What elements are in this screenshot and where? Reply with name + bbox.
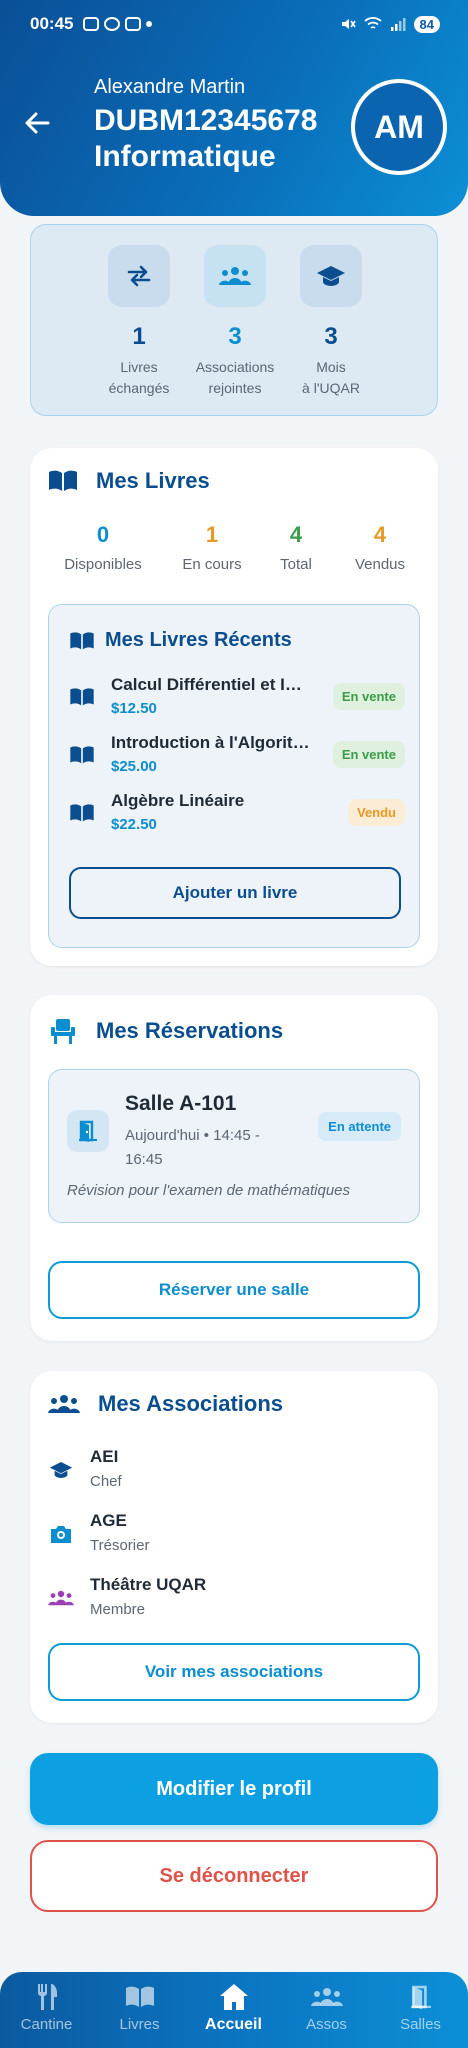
status-badge: En attente [318,1112,401,1141]
nav-item-livres[interactable]: Livres [93,1982,186,2033]
list-item[interactable]: AEI Chef [48,1447,408,1497]
reservation-room: Salle A-101 [125,1092,237,1115]
signal-icon [390,18,406,31]
user-name: Alexandre Martin [94,76,246,98]
open-book-icon [70,631,94,649]
nav-item-salles[interactable]: Salles [374,1982,467,2033]
people-icon [48,1585,74,1611]
whatsapp-icon [104,17,121,31]
book-title: Introduction à l'Algorithmique [111,733,311,752]
user-code: DUBM12345678 [94,104,318,137]
bottom-navigation: Cantine Livres Accueil Assos Salles [0,1972,468,2048]
profile-header: 00:45 84 Alexandre Martin DUBM12345678 I… [0,0,468,216]
reservation-time: Aujourd'hui • 14:45 - 16:45 [125,1127,260,1168]
edit-profile-button[interactable]: Modifier le profil [30,1753,438,1825]
book-title: Calcul Différentiel et Intégral [111,675,311,694]
book-stat-available: 0 Disponibles [64,522,142,573]
status-badge: En vente [332,741,405,768]
association-name: AGE [90,1511,127,1530]
book-price: $22.50 [111,816,157,833]
nav-label: Assos [306,2016,347,2033]
associations-title: Mes Associations [98,1391,284,1416]
book-title: Algèbre Linéaire [111,791,245,810]
people-icon [48,1395,80,1413]
nav-label: Salles [400,2016,441,2033]
people-icon [204,245,266,307]
reservation-note: Révision pour l'examen de mathématiques [67,1182,351,1199]
scan-icon [125,17,142,31]
my-books-title: Mes Livres [96,468,210,493]
association-role: Membre [90,1601,146,1618]
status-bar: 00:45 84 [30,12,440,36]
status-badge: Vendu [347,799,405,826]
book-stat-in-progress: 1 En cours [182,522,242,573]
list-item[interactable]: Algèbre Linéaire $22.50 Vendu [69,791,405,841]
list-item[interactable]: Calcul Différentiel et Intégral $12.50 E… [69,675,405,725]
add-book-button[interactable]: Ajouter un livre [69,867,401,919]
book-icon [70,746,94,764]
associations-header: Mes Associations [48,1391,283,1417]
association-name: Théâtre UQAR [90,1575,207,1594]
nav-item-cantine[interactable]: Cantine [0,1982,93,2033]
people-icon [280,1982,373,2012]
association-name: AEI [90,1447,119,1466]
reservation-item[interactable]: Salle A-101 Aujourd'hui • 14:45 - 16:45 … [48,1069,420,1223]
recent-books-header: Mes Livres Récents [69,629,292,652]
mute-icon [341,19,356,29]
logout-button[interactable]: Se déconnecter [30,1840,438,1912]
list-item[interactable]: Théâtre UQAR Membre [48,1575,408,1625]
utensils-icon [0,1982,93,2012]
association-role: Trésorier [90,1537,150,1554]
reservations-title: Mes Réservations [96,1018,284,1043]
chair-icon [51,1019,75,1044]
notification-icons [83,17,153,31]
avatar[interactable]: AM [351,79,447,175]
my-reservations-card: Mes Réservations Salle A-101 Aujourd'hui… [30,995,438,1341]
view-associations-button[interactable]: Voir mes associations [48,1643,420,1701]
my-books-card: Mes Livres 0 Disponibles 1 En cours 4 To… [30,448,438,966]
nav-label: Cantine [20,2016,73,2033]
battery-indicator: 84 [413,15,440,33]
door-icon [374,1982,467,2012]
stat-value: 3 [324,323,338,350]
recent-books-title: Mes Livres Récents [105,629,292,651]
book-icon [70,688,94,706]
book-icon [93,1982,186,2012]
my-associations-card: Mes Associations AEI Chef AGE Trésorier … [30,1371,438,1723]
graduation-cap-icon [48,1457,74,1483]
status-time: 00:45 [30,14,74,33]
open-book-icon [49,470,77,491]
nav-item-assos[interactable]: Assos [280,1982,373,2033]
list-item[interactable]: AGE Trésorier [48,1511,408,1561]
swap-icon [108,245,170,307]
arrow-left-icon[interactable] [22,108,52,138]
book-icon [70,804,94,822]
stat-months: 3 Mois à l'UQAR [271,245,391,399]
reservations-header: Mes Réservations [48,1017,283,1045]
home-icon [187,1982,280,2012]
more-dot-icon [146,21,153,27]
stat-label: Mois à l'UQAR [302,359,360,396]
nav-label: Livres [119,2016,160,2033]
book-stat-total: 4 Total [280,522,312,573]
wifi-icon [363,17,382,29]
list-item[interactable]: Introduction à l'Algorithmique $25.00 En… [69,733,405,783]
book-stat-sold: 4 Vendus [354,522,406,573]
recent-books-panel: Mes Livres Récents Calcul Différentiel e… [48,604,420,948]
book-price: $12.50 [111,700,157,717]
nav-item-accueil[interactable]: Accueil [187,1982,280,2034]
screenshot-icon [83,17,100,31]
profile-stats-card: 1 Livres échangés 3 Associations rejointes… [30,224,438,416]
my-books-header: Mes Livres [48,468,210,494]
camera-icon [48,1521,74,1547]
user-program: Informatique [94,140,276,173]
book-price: $25.00 [111,758,157,775]
nav-label: Accueil [205,2016,262,2033]
book-room-button[interactable]: Réserver une salle [48,1261,420,1319]
status-badge: En vente [332,683,405,710]
door-icon [67,1110,109,1152]
association-role: Chef [90,1473,122,1490]
graduation-cap-icon [300,245,362,307]
